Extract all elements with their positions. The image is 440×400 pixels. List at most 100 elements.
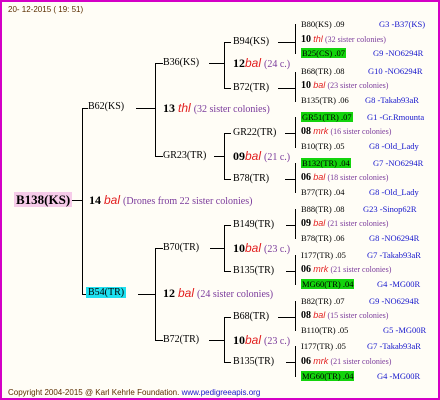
root-drone-info: 14 bal (Drones from 22 sister colonies) — [89, 193, 252, 208]
dot-label: bal — [245, 56, 262, 70]
dam-ref: G4 -MG00R — [377, 279, 421, 289]
gen2-queen[interactable]: B72(TR) — [163, 334, 199, 345]
gen3-queen[interactable]: B94(KS) — [233, 36, 269, 47]
gen2-drone-info: 10bal (23 c.) — [233, 333, 290, 348]
tree-line — [155, 63, 156, 156]
gen4-dam[interactable]: B25(CS) .07 G9 -NO6294R — [301, 48, 423, 58]
dot-label: bal — [313, 310, 326, 320]
sire-name: GR51(TR) .07 — [301, 112, 353, 122]
gen3-queen[interactable]: B78(TR) — [233, 173, 269, 184]
gen4-dam[interactable]: MG60(TR) .04 G4 -MG00R — [301, 279, 420, 289]
gen3-queen[interactable]: B135(TR) — [233, 265, 274, 276]
root-queen-name: B138(KS) — [14, 192, 73, 207]
gen2-queen[interactable]: B36(KS) — [163, 57, 199, 68]
dam-ref: G8 -Old_Lady — [369, 187, 419, 197]
gen4-drone-info: 08 mrk (16 sister colonies) — [301, 126, 391, 137]
gen4-sire[interactable]: B132(TR) .04 G7 -NO6294R — [301, 158, 423, 168]
dot-label: bal — [104, 193, 121, 207]
sire-ref: G7 -Takab93aR — [367, 341, 421, 351]
gen4-sire[interactable]: I177(TR) .05 G7 -Takab93aR — [301, 250, 421, 260]
gen4-drone-info: 08 bal (15 sister colonies) — [301, 310, 388, 321]
gen4-dam[interactable]: B110(TR) .05 G5 -MG00R — [301, 325, 426, 335]
sister-note: (21 sister colonies) — [327, 219, 389, 228]
tree-line — [155, 156, 163, 157]
tree-line — [295, 72, 296, 102]
sire-name: B132(TR) .04 — [301, 158, 351, 168]
sister-note: (23 c.) — [264, 244, 291, 255]
drone-count: 10 — [301, 80, 311, 91]
dot-label: bal — [245, 241, 262, 255]
footer: Copyright 2004-2015 @ Karl Kehrle Founda… — [8, 388, 260, 397]
drone-count: 06 — [301, 264, 311, 275]
dot-label: bal — [245, 149, 262, 163]
gen4-dam[interactable]: B77(TR) .04 G8 -Old_Lady — [301, 187, 419, 197]
sire-ref: G7 -Takab93aR — [367, 250, 421, 260]
dot-label: bal — [178, 286, 195, 300]
date-label: 20- 12-2015 ( 19: 51) — [8, 5, 84, 14]
tree-line — [155, 340, 163, 341]
gen3-queen[interactable]: B68(TR) — [233, 311, 269, 322]
tree-line — [224, 225, 225, 271]
gen4-sire[interactable]: B80(KS) .09 G3 -B37(KS) — [301, 19, 425, 29]
gen4-drone-info: 09 bal (21 sister colonies) — [301, 218, 388, 229]
sister-note: (15 sister colonies) — [327, 311, 389, 320]
tree-line — [224, 317, 231, 318]
gen4-sire[interactable]: I177(TR) .05 G7 -Takab93aR — [301, 341, 421, 351]
gen4-drone-info: 06 mrk (21 sister colonies) — [301, 356, 391, 367]
gen3-queen[interactable]: GR22(TR) — [233, 127, 276, 138]
gen3-queen[interactable]: B72(TR) — [233, 82, 269, 93]
sister-note: (24 c.) — [264, 59, 291, 70]
gen2-queen[interactable]: GR23(TR) — [163, 150, 206, 161]
sister-note: (32 sister colonies) — [193, 104, 270, 115]
sister-note: (Drones from 22 sister colonies) — [123, 196, 253, 207]
tree-line — [155, 248, 156, 340]
drone-count: 13 — [163, 101, 175, 115]
gen4-dam[interactable]: B78(TR) .06 G8 -NO6294R — [301, 233, 419, 243]
gen4-dam[interactable]: MG60(TR) .04 G4 -MG00R — [301, 371, 420, 381]
gen3-queen[interactable]: B135(TR) — [233, 356, 274, 367]
sire-name: B88(TR) .08 — [301, 204, 345, 214]
sire-name: B82(TR) .07 — [301, 296, 345, 306]
gen1-queen-name: B54(TR) — [86, 287, 127, 298]
tree-line — [295, 117, 296, 148]
tree-line — [224, 42, 231, 43]
gen4-sire[interactable]: B68(TR) .08 G10 -NO6294R — [301, 66, 423, 76]
dam-name: B10(TR) .05 — [301, 141, 345, 151]
tree-line — [285, 133, 295, 134]
dot-label: thl — [178, 101, 191, 115]
gen2-queen[interactable]: B70(TR) — [163, 242, 199, 253]
tree-line — [72, 200, 82, 201]
gen1-queen[interactable]: B62(KS) — [88, 101, 124, 112]
gen4-sire[interactable]: GR51(TR) .07 G1 -Gr.Rmounta — [301, 112, 424, 122]
gen4-sire[interactable]: B88(TR) .08 G23 -Sinop62R — [301, 204, 417, 214]
drone-count: 06 — [301, 172, 311, 183]
gen4-dam[interactable]: B135(TR) .06 G8 -Takab93aR — [301, 95, 419, 105]
site-link[interactable]: www.pedigreeapis.org — [182, 388, 261, 397]
gen3-queen[interactable]: B149(TR) — [233, 219, 274, 230]
tree-line — [224, 42, 225, 88]
sire-name: B68(TR) .08 — [301, 66, 345, 76]
gen1-drone-info: 13 thl (32 sister colonies) — [163, 101, 270, 116]
sister-note: (16 sister colonies) — [330, 127, 392, 136]
sire-ref: G7 -NO6294R — [373, 158, 424, 168]
root-queen[interactable]: B138(KS) — [14, 192, 73, 208]
tree-line — [295, 24, 296, 54]
dam-name: MG60(TR) .04 — [301, 371, 355, 381]
gen4-sire[interactable]: B82(TR) .07 G9 -NO6294R — [301, 296, 419, 306]
drone-count: 14 — [89, 193, 101, 207]
dam-name: B77(TR) .04 — [301, 187, 345, 197]
tree-line — [295, 255, 296, 285]
tree-line — [278, 88, 295, 89]
dot-label: bal — [313, 172, 326, 182]
tree-line — [224, 179, 231, 180]
dam-ref: G8 -NO6294R — [369, 233, 420, 243]
sire-name: I177(TR) .05 — [301, 341, 346, 351]
copyright-text: Copyright 2004-2015 @ Karl Kehrle Founda… — [8, 388, 180, 397]
gen4-drone-info: 10 bal (23 sister colonies) — [301, 80, 388, 91]
dot-label: mrk — [313, 264, 329, 274]
gen4-dam[interactable]: B10(TR) .05 G8 -Old_Lady — [301, 141, 419, 151]
sister-note: (21 sister colonies) — [330, 357, 392, 366]
drone-count: 12 — [163, 286, 175, 300]
gen1-queen[interactable]: B54(TR) — [86, 287, 127, 298]
tree-line — [224, 133, 225, 179]
